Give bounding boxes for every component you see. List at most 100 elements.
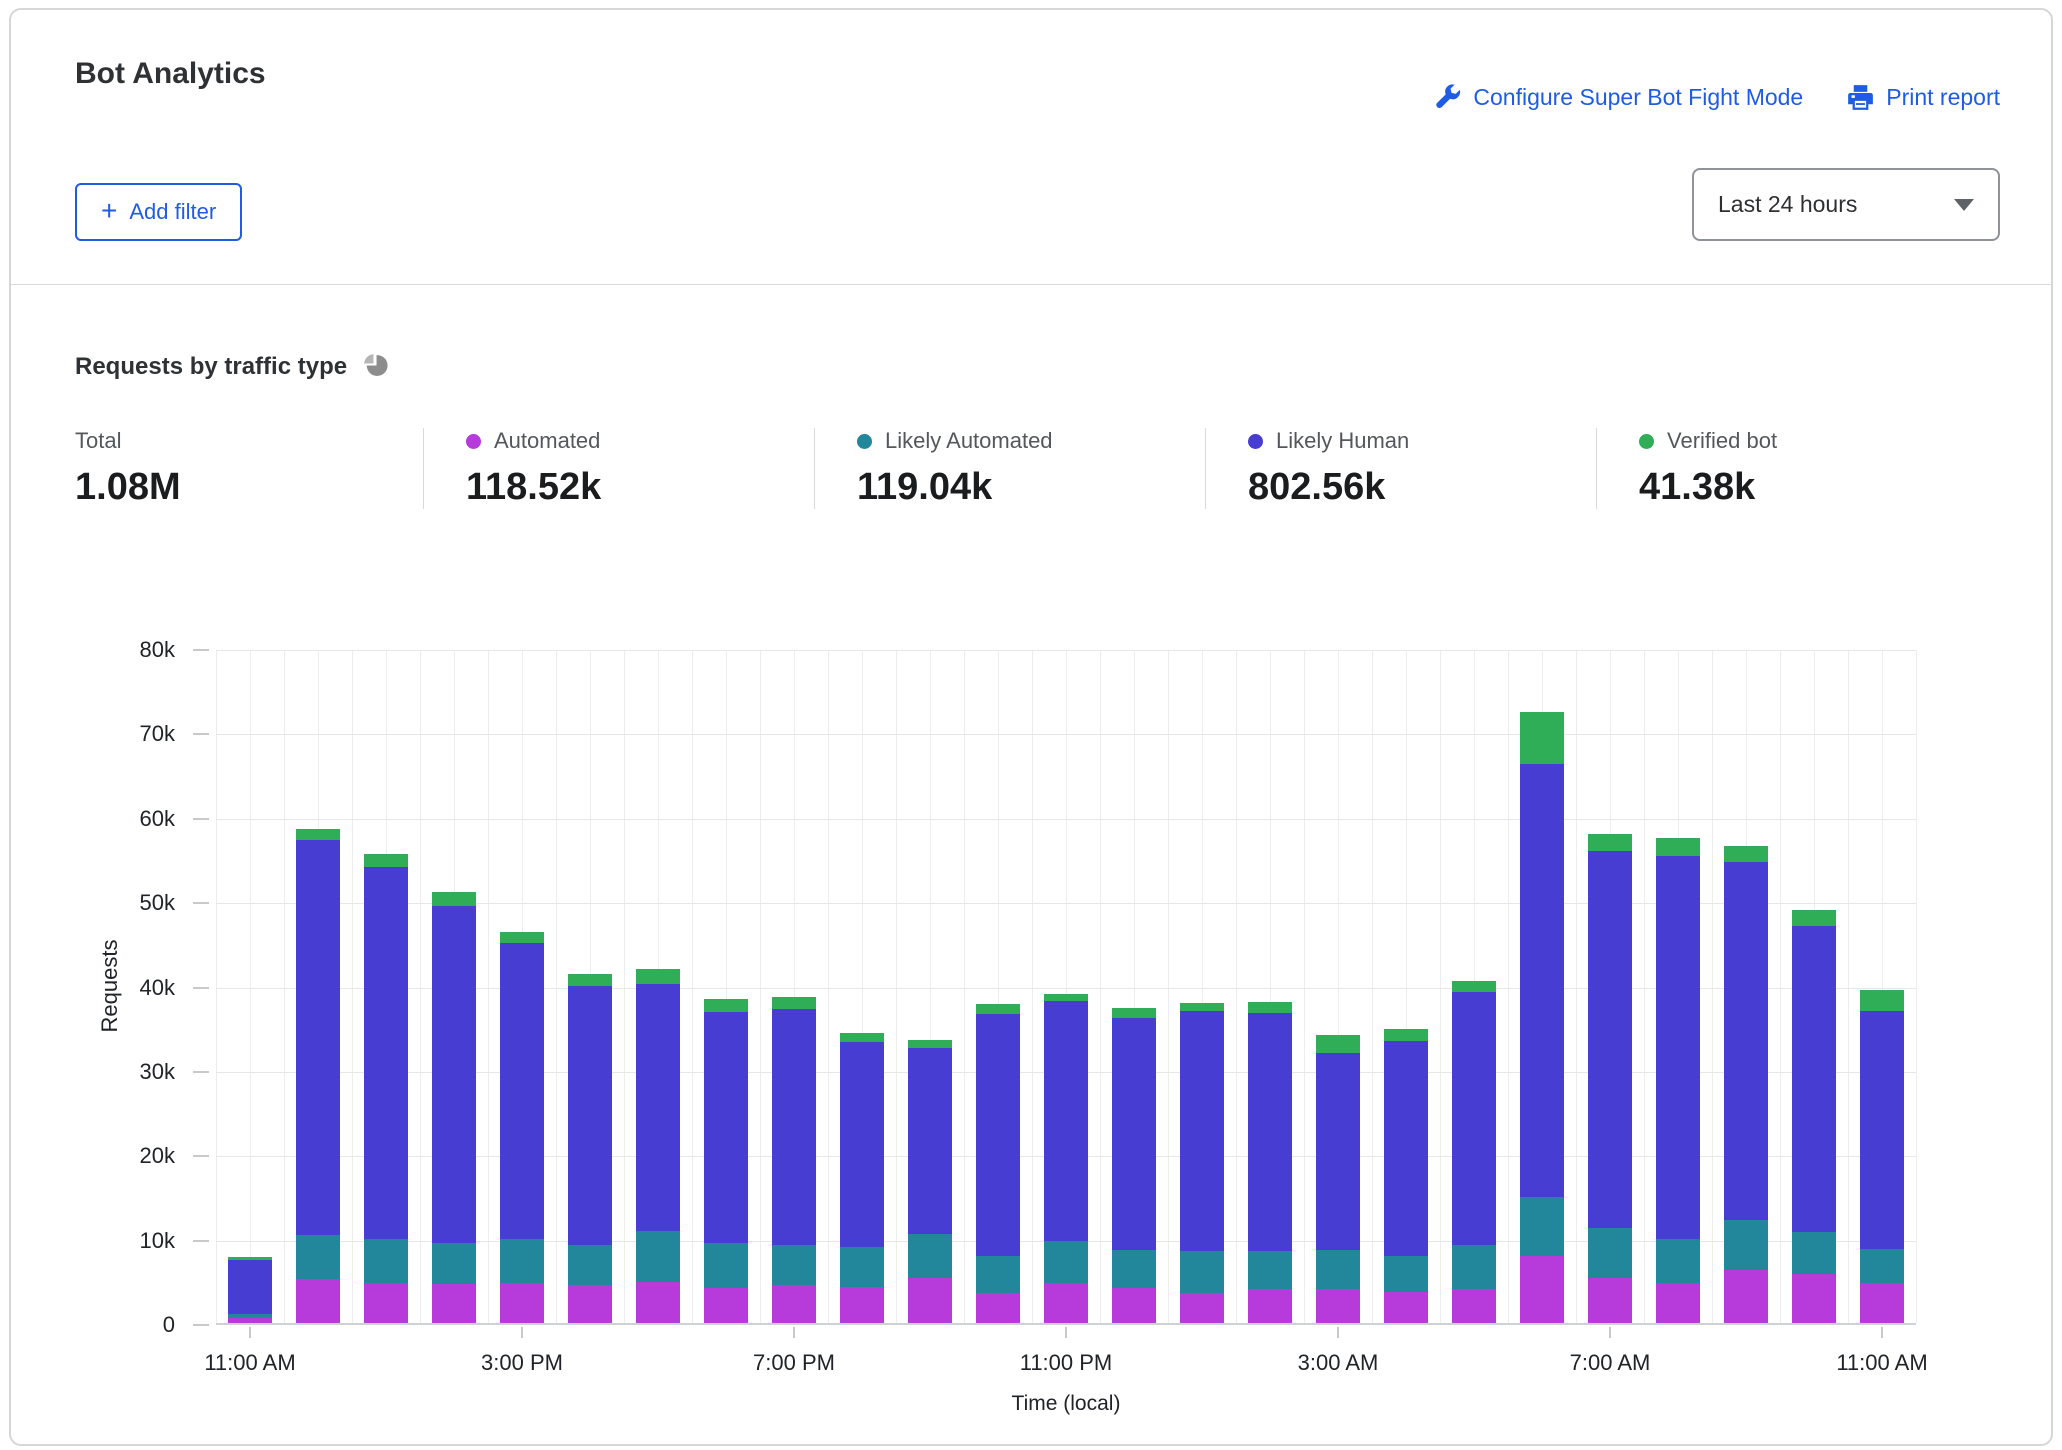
bar-segment-automated[interactable] [908, 1278, 952, 1323]
stacked-bar-6[interactable] [568, 648, 612, 1323]
bar-segment-verified-bot[interactable] [1724, 846, 1768, 862]
bar-segment-automated[interactable] [432, 1284, 476, 1323]
bar-segment-likely-human[interactable] [568, 986, 612, 1244]
bar-segment-likely-human[interactable] [1588, 851, 1632, 1228]
bar-segment-likely-human[interactable] [500, 943, 544, 1238]
stacked-bar-2[interactable] [296, 648, 340, 1323]
bar-segment-verified-bot[interactable] [1248, 1002, 1292, 1012]
bar-segment-likely-automated[interactable] [500, 1239, 544, 1283]
stacked-bar-25[interactable] [1860, 648, 1904, 1323]
bar-segment-automated[interactable] [1044, 1283, 1088, 1324]
bar-segment-automated[interactable] [1452, 1289, 1496, 1323]
stacked-bar-13[interactable] [1044, 648, 1088, 1323]
bar-segment-verified-bot[interactable] [772, 997, 816, 1009]
bar-segment-verified-bot[interactable] [1384, 1029, 1428, 1041]
bar-segment-likely-human[interactable] [1112, 1018, 1156, 1251]
bar-segment-likely-automated[interactable] [1316, 1250, 1360, 1290]
bar-segment-verified-bot[interactable] [296, 829, 340, 839]
bar-segment-verified-bot[interactable] [704, 999, 748, 1012]
stacked-bar-12[interactable] [976, 648, 1020, 1323]
bar-segment-likely-automated[interactable] [432, 1243, 476, 1284]
stacked-bar-5[interactable] [500, 648, 544, 1323]
bar-segment-verified-bot[interactable] [636, 969, 680, 983]
print-report-link[interactable]: Print report [1847, 84, 2000, 111]
bar-segment-likely-automated[interactable] [1112, 1250, 1156, 1287]
bar-segment-automated[interactable] [636, 1282, 680, 1323]
bar-segment-verified-bot[interactable] [364, 854, 408, 867]
bar-segment-likely-human[interactable] [636, 984, 680, 1231]
bar-segment-likely-human[interactable] [1044, 1001, 1088, 1241]
bar-segment-automated[interactable] [1316, 1289, 1360, 1323]
bar-segment-likely-automated[interactable] [1044, 1241, 1088, 1282]
stacked-bar-4[interactable] [432, 648, 476, 1323]
stacked-bar-3[interactable] [364, 648, 408, 1323]
stacked-bar-17[interactable] [1316, 648, 1360, 1323]
bar-segment-likely-automated[interactable] [1452, 1245, 1496, 1290]
bar-segment-likely-human[interactable] [1452, 992, 1496, 1244]
stacked-bar-1[interactable] [228, 648, 272, 1323]
bar-segment-likely-human[interactable] [1860, 1011, 1904, 1249]
bar-segment-automated[interactable] [296, 1279, 340, 1323]
bar-segment-automated[interactable] [1792, 1274, 1836, 1323]
stacked-bar-19[interactable] [1452, 648, 1496, 1323]
bar-segment-likely-automated[interactable] [1860, 1249, 1904, 1284]
bar-segment-likely-human[interactable] [1384, 1041, 1428, 1255]
bar-segment-likely-automated[interactable] [1792, 1232, 1836, 1274]
bar-segment-likely-human[interactable] [1656, 856, 1700, 1238]
configure-super-bot-fight-mode-link[interactable]: Configure Super Bot Fight Mode [1434, 84, 1803, 111]
bar-segment-likely-automated[interactable] [1588, 1228, 1632, 1279]
bar-segment-verified-bot[interactable] [1044, 994, 1088, 1001]
bar-segment-automated[interactable] [364, 1283, 408, 1323]
stacked-bar-16[interactable] [1248, 648, 1292, 1323]
time-range-select[interactable]: Last 24 hours [1692, 168, 2000, 241]
bar-segment-verified-bot[interactable] [432, 892, 476, 906]
stacked-bar-8[interactable] [704, 648, 748, 1323]
bar-segment-verified-bot[interactable] [1792, 910, 1836, 927]
bar-segment-likely-human[interactable] [364, 867, 408, 1240]
stacked-bar-15[interactable] [1180, 648, 1224, 1323]
bar-segment-automated[interactable] [1180, 1293, 1224, 1323]
bar-segment-likely-automated[interactable] [636, 1231, 680, 1282]
bar-segment-verified-bot[interactable] [568, 974, 612, 987]
stacked-bar-21[interactable] [1588, 648, 1632, 1323]
bar-segment-automated[interactable] [1112, 1288, 1156, 1323]
stacked-bar-18[interactable] [1384, 648, 1428, 1323]
bar-segment-likely-automated[interactable] [1520, 1197, 1564, 1255]
bar-segment-verified-bot[interactable] [228, 1257, 272, 1260]
bar-segment-verified-bot[interactable] [1860, 990, 1904, 1011]
bar-segment-automated[interactable] [1384, 1292, 1428, 1323]
bar-segment-automated[interactable] [1248, 1289, 1292, 1323]
bar-segment-likely-automated[interactable] [1384, 1256, 1428, 1292]
bar-segment-likely-automated[interactable] [364, 1239, 408, 1283]
bar-segment-likely-human[interactable] [908, 1048, 952, 1234]
bar-segment-verified-bot[interactable] [1588, 834, 1632, 851]
bar-segment-verified-bot[interactable] [1520, 712, 1564, 764]
bar-segment-automated[interactable] [1588, 1278, 1632, 1323]
bar-segment-likely-human[interactable] [1180, 1011, 1224, 1251]
bar-segment-verified-bot[interactable] [840, 1033, 884, 1042]
bar-segment-likely-automated[interactable] [1656, 1239, 1700, 1283]
bar-segment-verified-bot[interactable] [500, 932, 544, 944]
bar-segment-verified-bot[interactable] [1180, 1003, 1224, 1011]
stacked-bar-9[interactable] [772, 648, 816, 1323]
stacked-bar-20[interactable] [1520, 648, 1564, 1323]
bar-segment-automated[interactable] [1656, 1283, 1700, 1324]
stacked-bar-7[interactable] [636, 648, 680, 1323]
stacked-bar-22[interactable] [1656, 648, 1700, 1323]
bar-segment-verified-bot[interactable] [1316, 1035, 1360, 1053]
bar-segment-automated[interactable] [840, 1287, 884, 1323]
bar-segment-likely-human[interactable] [228, 1260, 272, 1314]
bar-segment-likely-human[interactable] [1316, 1053, 1360, 1250]
bar-segment-likely-human[interactable] [704, 1012, 748, 1243]
bar-segment-verified-bot[interactable] [1452, 981, 1496, 992]
bar-segment-verified-bot[interactable] [908, 1040, 952, 1048]
stacked-bar-24[interactable] [1792, 648, 1836, 1323]
bar-segment-likely-automated[interactable] [1180, 1251, 1224, 1292]
bar-segment-likely-automated[interactable] [976, 1256, 1020, 1293]
bar-segment-likely-automated[interactable] [840, 1247, 884, 1287]
bar-segment-likely-human[interactable] [432, 906, 476, 1243]
bar-segment-likely-human[interactable] [1248, 1013, 1292, 1252]
bar-segment-verified-bot[interactable] [976, 1004, 1020, 1014]
bar-segment-verified-bot[interactable] [1112, 1008, 1156, 1017]
bar-segment-likely-human[interactable] [1520, 764, 1564, 1197]
